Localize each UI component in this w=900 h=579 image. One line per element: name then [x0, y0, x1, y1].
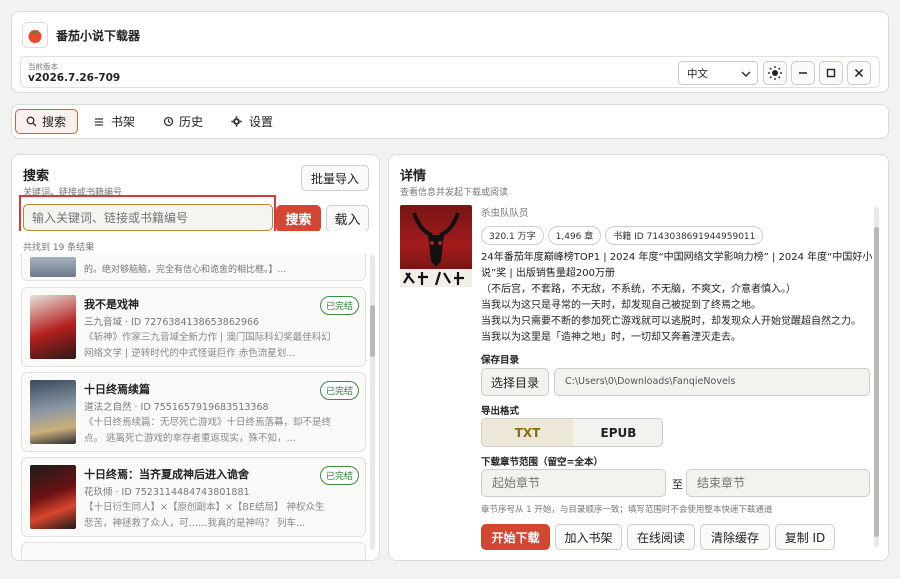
scrollbar-thumb[interactable] [370, 305, 375, 357]
start-chapter-input[interactable] [481, 469, 666, 497]
result-count-overlay: 共找到 19 条结果 [23, 243, 95, 253]
header-card: 番茄小说下载器 当前版本 v2026.7.26-709 中文 [11, 11, 889, 93]
detail-title: 详情 [400, 169, 427, 184]
gear-icon [231, 116, 242, 127]
format-epub-option[interactable]: EPUB [573, 419, 662, 446]
book-id-chip: 书籍 ID 7143038691944959011 [605, 226, 764, 245]
format-toggle: TXT EPUB [481, 418, 663, 447]
chapter-range-label: 下载章节范围（留空=全本） [481, 457, 603, 468]
save-dir-label: 保存目录 [481, 355, 520, 366]
bookshelf-icon [95, 117, 103, 126]
end-chapter-input[interactable] [686, 469, 870, 497]
detail-panel: 详情 查看信息并发起下载或阅读 杀虫队队员 320.1 万字 1,496 章书籍 … [388, 154, 889, 561]
book-meta: 三九音域 · ID 7276384138653862966 [84, 317, 260, 328]
status-badge: 已完结 [319, 296, 359, 315]
batch-import-button[interactable]: 批量导入 [301, 165, 369, 191]
format-txt-option[interactable]: TXT [482, 419, 573, 446]
app-title: 番茄小说下载器 [56, 29, 141, 43]
goat-skull-art [400, 212, 472, 287]
book-desc: 《斩神》作家三九音域全新力作 | 澳门国际科幻奖最佳科幻网络文学 | 逆转时代的… [84, 332, 331, 359]
save-dir-path[interactable]: C:\Users\0\Downloads\FanqieNovels [554, 368, 870, 396]
book-title: 十日终焉续篇 [84, 383, 150, 396]
search-input[interactable] [23, 204, 273, 231]
desc-line: 当我以为只需要不断的参加死亡游戏就可以逃脱时，却发现众人开始觉醒超自然之力。 [481, 316, 861, 327]
tab-bookshelf-label: 书架 [111, 115, 136, 129]
search-icon [26, 116, 37, 127]
desc-line: 当我以为这里是「造神之地」时，一切却又奔着湮灭走去。 [481, 332, 741, 343]
version-label: 当前版本 [28, 62, 58, 71]
chapter-count-chip: 1,496 章 [547, 226, 602, 245]
sun-icon [768, 66, 782, 80]
read-online-button[interactable]: 在线阅读 [627, 524, 695, 550]
search-title: 搜索 [23, 169, 50, 184]
theme-toggle-button[interactable] [763, 61, 787, 85]
book-cover [30, 257, 76, 277]
book-title: 十日终焉：当齐夏成神后进入诡舍 [84, 468, 249, 481]
maximize-button[interactable] [819, 61, 843, 85]
tab-search[interactable]: 搜索 [15, 109, 78, 134]
language-select[interactable]: 中文 [678, 61, 758, 85]
app-logo [22, 22, 48, 48]
word-count-chip: 320.1 万字 [481, 226, 544, 245]
list-item[interactable]: 我不是戏神 三九音域 · ID 7276384138653862966 《斩神》… [21, 287, 366, 367]
format-epub-label: EPUB [600, 425, 637, 440]
list-item[interactable]: 十日终焉：当齐夏成神后进入诡舍 花玖倾 · ID 752311448474380… [21, 457, 366, 537]
version-value: v2026.7.26-709 [28, 72, 121, 84]
tab-bookshelf[interactable]: 书架 [94, 109, 135, 134]
desc-line: （不后宫，不套路，不无敌，不系统，不无脑，不爽文，介意者慎入。） [481, 284, 796, 295]
clear-cache-button[interactable]: 清除缓存 [700, 524, 770, 550]
result-scrollbar[interactable] [370, 255, 375, 550]
list-item[interactable]: 十日终焉续篇 道法之自然 · ID 7551657919683513368 《十… [21, 372, 366, 452]
range-hint: 章节序号从 1 开始，与目录顺序一致；填写范围时不会使用整本快速下载通道 [481, 505, 773, 515]
book-meta: 花玖倾 · ID 7523114484743801881 [84, 487, 250, 498]
start-download-button[interactable]: 开始下载 [481, 524, 550, 550]
language-value: 中文 [687, 68, 708, 80]
book-desc: 《十日终焉续篇：无尽死亡游戏》十日终焉落幕，却不是终点。 逃离死亡游戏的幸存者重… [84, 417, 332, 444]
detail-description: 24年番茄年度巅峰榜TOP1 | 2024 年度“中国网络文学影响力榜” | 2… [481, 250, 873, 346]
minimize-icon [799, 72, 807, 74]
desc-line: 24年番茄年度巅峰榜TOP1 | 2024 年度“中国网络文学影响力榜” | 2… [481, 252, 873, 279]
tab-search-label: 搜索 [42, 115, 67, 129]
detail-chips: 320.1 万字 1,496 章书籍 ID 7143038691944959011 [481, 226, 767, 245]
add-to-shelf-button[interactable]: 加入书架 [555, 524, 622, 550]
detail-subtitle: 查看信息并发起下载或阅读 [400, 188, 509, 198]
copy-id-button[interactable]: 复制 ID [775, 524, 835, 550]
history-icon [163, 116, 174, 127]
save-dir-path-value: C:\Users\0\Downloads\FanqieNovels [565, 376, 736, 387]
search-panel: 搜索 关键词、链接或书籍编号 批量导入 搜索 载入 共找到 19 条结果 的。绝… [11, 154, 380, 561]
detail-author: 杀虫队队员 [481, 208, 529, 219]
tab-settings-label: 设置 [249, 115, 274, 129]
tab-settings[interactable]: 设置 [231, 109, 273, 134]
status-badge: 已完结 [319, 381, 359, 400]
close-icon [854, 68, 864, 78]
book-cover [30, 465, 76, 529]
book-cover [30, 380, 76, 444]
chevron-down-icon [741, 71, 751, 78]
detail-cover [400, 205, 472, 287]
choose-dir-button[interactable]: 选择目录 [481, 368, 549, 396]
book-meta: 道法之自然 · ID 7551657919683513368 [84, 402, 269, 413]
book-cover [30, 295, 76, 359]
search-button[interactable]: 搜索 [276, 205, 321, 232]
list-item[interactable] [21, 542, 366, 560]
scrollbar-thumb[interactable] [874, 227, 879, 537]
tab-history[interactable]: 历史 [163, 109, 203, 134]
status-badge: 已完结 [319, 466, 359, 485]
tab-history-label: 历史 [179, 115, 204, 129]
detail-scrollbar[interactable] [874, 207, 879, 547]
range-to-label: 至 [672, 478, 683, 491]
book-desc: 的。绝对够脑脑，完全有信心和诡舍的相比框。】... [84, 265, 287, 275]
book-title: 我不是戏神 [84, 298, 139, 311]
load-button[interactable]: 载入 [326, 205, 369, 232]
maximize-icon [826, 68, 836, 78]
close-button[interactable] [847, 61, 871, 85]
minimize-button[interactable] [791, 61, 815, 85]
desc-line: 当我以为这只是寻常的一天时，却发现自己被捉到了终焉之地。 [481, 300, 761, 311]
format-txt-label: TXT [514, 425, 541, 440]
book-desc: 【十日衍生同人】×【原创副本】×【BE结局】 神权众生悲苦，神拯救了众人，可……… [84, 502, 325, 529]
nav-bar: 搜索 书架 历史 设置 [11, 104, 889, 139]
format-label: 导出格式 [481, 406, 520, 417]
